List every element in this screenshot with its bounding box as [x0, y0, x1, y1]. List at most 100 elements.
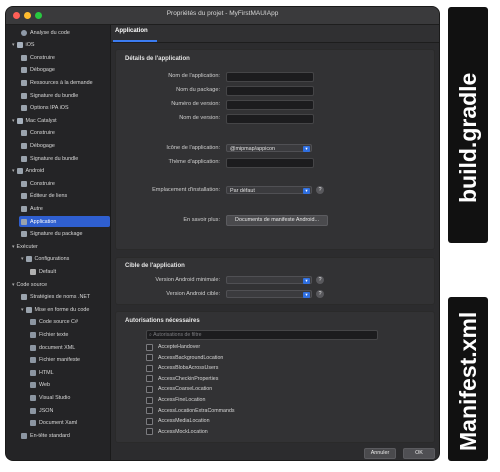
sidebar-item[interactable]: Visual Studio	[28, 392, 110, 403]
ok-button[interactable]: OK	[403, 448, 435, 459]
sidebar-item[interactable]: Construire	[19, 52, 110, 63]
sidebar-item[interactable]: Stratégies de noms .NET	[19, 292, 110, 303]
permission-item[interactable]: AccessBackgroundLocation	[146, 353, 223, 363]
cancel-button[interactable]: Annuler	[364, 448, 396, 459]
sidebar-item[interactable]: Signature du package	[19, 229, 110, 240]
chevron-down-icon[interactable]: ▾	[21, 256, 24, 262]
permission-item[interactable]: AccessFineLocation	[146, 395, 205, 405]
manifest-docs-button[interactable]: Documents de manifeste Android...	[226, 215, 328, 226]
sidebar-item-label: JSON	[39, 407, 54, 414]
permission-item[interactable]: AccessBlobsAcrossUsers	[146, 363, 218, 373]
sidebar-item[interactable]: ▾ iOS	[10, 40, 110, 51]
permission-item[interactable]: AccepteHandover	[146, 342, 200, 352]
sidebar-item[interactable]: Construire	[19, 128, 110, 139]
phone-icon	[16, 42, 23, 49]
dialog-footer: Annuler OK	[111, 444, 439, 460]
permission-checkbox[interactable]	[146, 428, 153, 436]
sidebar-item[interactable]: JSON	[28, 405, 110, 416]
naming-icon	[21, 294, 27, 301]
sidebar-item[interactable]: ▾ Code source	[10, 279, 110, 290]
sidebar-item[interactable]: HTML	[28, 367, 110, 378]
install-location-select[interactable]: Par défaut ▾	[226, 186, 312, 194]
permissions-filter-input[interactable]: ⌕ Autorisations de filtre	[146, 330, 378, 340]
file-icon	[30, 407, 36, 414]
sidebar-item[interactable]: Analyse du code	[19, 27, 110, 38]
permission-checkbox[interactable]	[146, 385, 153, 393]
sidebar-item-label: Autre	[30, 205, 43, 212]
chevron-down-icon[interactable]: ▾	[12, 42, 15, 48]
permission-item[interactable]: AccessMockLocation	[146, 427, 208, 437]
app-icon-value: @mipmap/appicon	[230, 146, 276, 152]
theme-label: Thème d'application:	[168, 159, 220, 165]
package-name-field[interactable]	[226, 86, 314, 96]
permission-checkbox[interactable]	[146, 354, 153, 362]
permission-checkbox[interactable]	[146, 396, 153, 404]
sidebar-item[interactable]: Application	[19, 216, 110, 227]
app-name-field[interactable]	[226, 72, 314, 82]
sidebar-item[interactable]: Signature du bundle	[19, 153, 110, 164]
permission-item[interactable]: AccessCoarseLocation	[146, 384, 212, 394]
sidebar-item[interactable]: Autre	[19, 203, 110, 214]
sidebar-item[interactable]: Construire	[19, 178, 110, 189]
sidebar-item[interactable]: Fichier manifeste	[28, 355, 110, 366]
sidebar-item[interactable]: Default	[28, 266, 110, 277]
permissions-panel: Autorisations nécessaires ⌕ Autorisation…	[115, 311, 435, 443]
sidebar-item[interactable]: ▾ Mac Catalyst	[10, 115, 110, 126]
chevron-down-icon[interactable]: ▾	[21, 307, 24, 313]
help-icon[interactable]: ?	[316, 290, 324, 298]
sidebar-item[interactable]: ▾ Configurations	[19, 254, 110, 265]
sidebar-item[interactable]: ▾ Android	[10, 166, 110, 177]
sidebar-item-label: Débogage	[30, 67, 55, 74]
sidebar-item[interactable]: ▾ Mise en forme du code	[19, 304, 110, 315]
sidebar-item[interactable]: Document Xaml	[28, 418, 110, 429]
permission-item[interactable]: AccessCheckinProperties	[146, 374, 218, 384]
permission-checkbox[interactable]	[146, 364, 153, 372]
sidebar-item[interactable]: document XML	[28, 342, 110, 353]
chevron-down-icon[interactable]: ▾	[12, 118, 15, 124]
sidebar-item[interactable]: Signature du bundle	[19, 90, 110, 101]
min-version-select[interactable]: ▾	[226, 276, 312, 284]
manifest-xml-annotation: Manifest.xml	[448, 297, 488, 461]
sidebar-item-label: Signature du package	[30, 231, 83, 238]
target-title: Cible de l'application	[125, 263, 185, 269]
sidebar-item[interactable]: ▾ Exécuter	[10, 241, 110, 252]
permission-checkbox[interactable]	[146, 417, 153, 425]
app-details-title: Détails de l'application	[125, 56, 190, 62]
build-icon	[21, 130, 27, 137]
app-icon-select[interactable]: @mipmap/appicon ▾	[226, 144, 312, 152]
sidebar-item-label: Android	[25, 168, 45, 175]
version-number-field[interactable]	[226, 100, 314, 110]
sidebar-item[interactable]: Ressources à la demande	[19, 77, 110, 88]
theme-field[interactable]	[226, 158, 314, 168]
version-number-label: Numéro de version:	[171, 101, 220, 107]
gear-icon	[21, 29, 27, 36]
permission-label: AccessCheckinProperties	[158, 375, 219, 382]
target-version-select[interactable]: ▾	[226, 290, 312, 298]
sidebar-item[interactable]: Fichier texte	[28, 329, 110, 340]
chevron-down-icon[interactable]: ▾	[12, 244, 15, 250]
sidebar-item[interactable]: Débogage	[19, 140, 110, 151]
sidebar-item-label: Construire	[30, 130, 55, 137]
app-icon-label: Icône de l'application:	[166, 145, 220, 151]
sidebar-item[interactable]: Éditeur de liens	[19, 191, 110, 202]
permission-label: AccessFineLocation	[158, 397, 206, 403]
chevron-down-icon: ▾	[303, 146, 310, 152]
permission-item[interactable]: AccessLocationExtraCommands	[146, 406, 235, 416]
help-icon[interactable]: ?	[316, 186, 324, 194]
help-icon[interactable]: ?	[316, 276, 324, 284]
chevron-down-icon[interactable]: ▾	[12, 282, 15, 288]
permission-checkbox[interactable]	[146, 375, 153, 383]
permission-checkbox[interactable]	[146, 343, 153, 351]
chevron-down-icon[interactable]: ▾	[12, 168, 15, 174]
sidebar-item[interactable]: Options IPA iOS	[19, 103, 110, 114]
permission-checkbox[interactable]	[146, 407, 153, 415]
version-name-field[interactable]	[226, 114, 314, 124]
learn-more-label: En savoir plus:	[183, 217, 220, 223]
sidebar-item[interactable]: Débogage	[19, 65, 110, 76]
sidebar-item[interactable]: En-tête standard	[19, 430, 110, 441]
sidebar-item[interactable]: Code source C#	[28, 317, 110, 328]
tab-application[interactable]: Application	[115, 28, 148, 34]
sidebar-item-label: En-tête standard	[30, 432, 70, 439]
permission-item[interactable]: AccessMediaLocation	[146, 416, 210, 426]
sidebar-item[interactable]: Web	[28, 380, 110, 391]
